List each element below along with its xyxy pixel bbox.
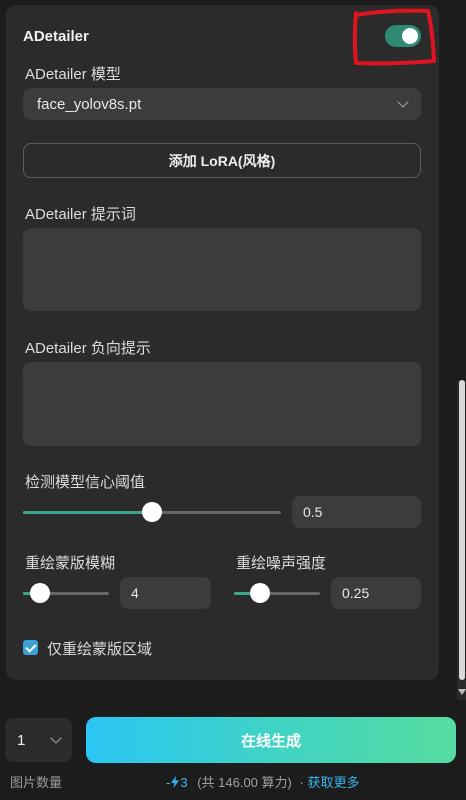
prompt-textarea[interactable] <box>23 228 421 311</box>
scroll-down-arrow-icon[interactable] <box>458 689 466 695</box>
only-mask-area-checkbox[interactable] <box>23 640 38 655</box>
confidence-slider-fill <box>23 511 152 514</box>
cost-value: 3 <box>180 775 188 790</box>
add-lora-button[interactable]: 添加 LoRA(风格) <box>23 143 421 178</box>
generate-button[interactable]: 在线生成 <box>86 717 456 763</box>
denoise-input[interactable]: 0.25 <box>331 577 421 609</box>
mask-blur-input[interactable]: 4 <box>120 577 211 609</box>
lightning-icon <box>171 776 180 788</box>
total-credits: (共 146.00 算力) <box>197 775 292 790</box>
denoise-slider-handle[interactable] <box>249 583 270 603</box>
image-count-label: 图片数量 <box>10 775 63 790</box>
mask-blur-slider[interactable] <box>23 583 109 603</box>
credit-info: -3 (共 146.00 算力) · 获取更多 <box>166 772 359 791</box>
chevron-down-icon <box>397 95 409 108</box>
confidence-input[interactable]: 0.5 <box>292 496 421 528</box>
model-select[interactable]: face_yolov8s.pt <box>23 88 421 120</box>
only-mask-area-label: 仅重绘蒙版区域 <box>47 641 153 658</box>
chevron-down-icon <box>50 731 62 744</box>
prompt-label: ADetailer 提示词 <box>25 206 136 223</box>
model-label: ADetailer 模型 <box>25 66 121 83</box>
negative-prompt-textarea[interactable] <box>23 362 421 446</box>
get-more-link[interactable]: 获取更多 <box>307 775 359 790</box>
confidence-slider-handle[interactable] <box>142 502 162 522</box>
cost-prefix: - <box>166 775 171 790</box>
confidence-slider[interactable] <box>23 502 281 522</box>
scrollbar-thumb[interactable] <box>459 380 465 680</box>
mask-blur-label: 重绘蒙版模糊 <box>25 555 116 572</box>
image-count-value: 1 <box>17 731 26 749</box>
toggle-knob <box>402 28 418 44</box>
adetailer-enable-toggle[interactable] <box>385 25 421 47</box>
denoise-slider[interactable] <box>234 583 320 603</box>
image-count-select[interactable]: 1 <box>5 718 72 762</box>
denoise-label: 重绘噪声强度 <box>236 555 327 572</box>
section-title: ADetailer <box>23 28 89 45</box>
negative-prompt-label: ADetailer 负向提示 <box>25 340 151 357</box>
confidence-label: 检测模型信心阈值 <box>25 474 146 491</box>
separator-dot: · <box>299 775 304 790</box>
model-select-value: face_yolov8s.pt <box>37 95 142 113</box>
